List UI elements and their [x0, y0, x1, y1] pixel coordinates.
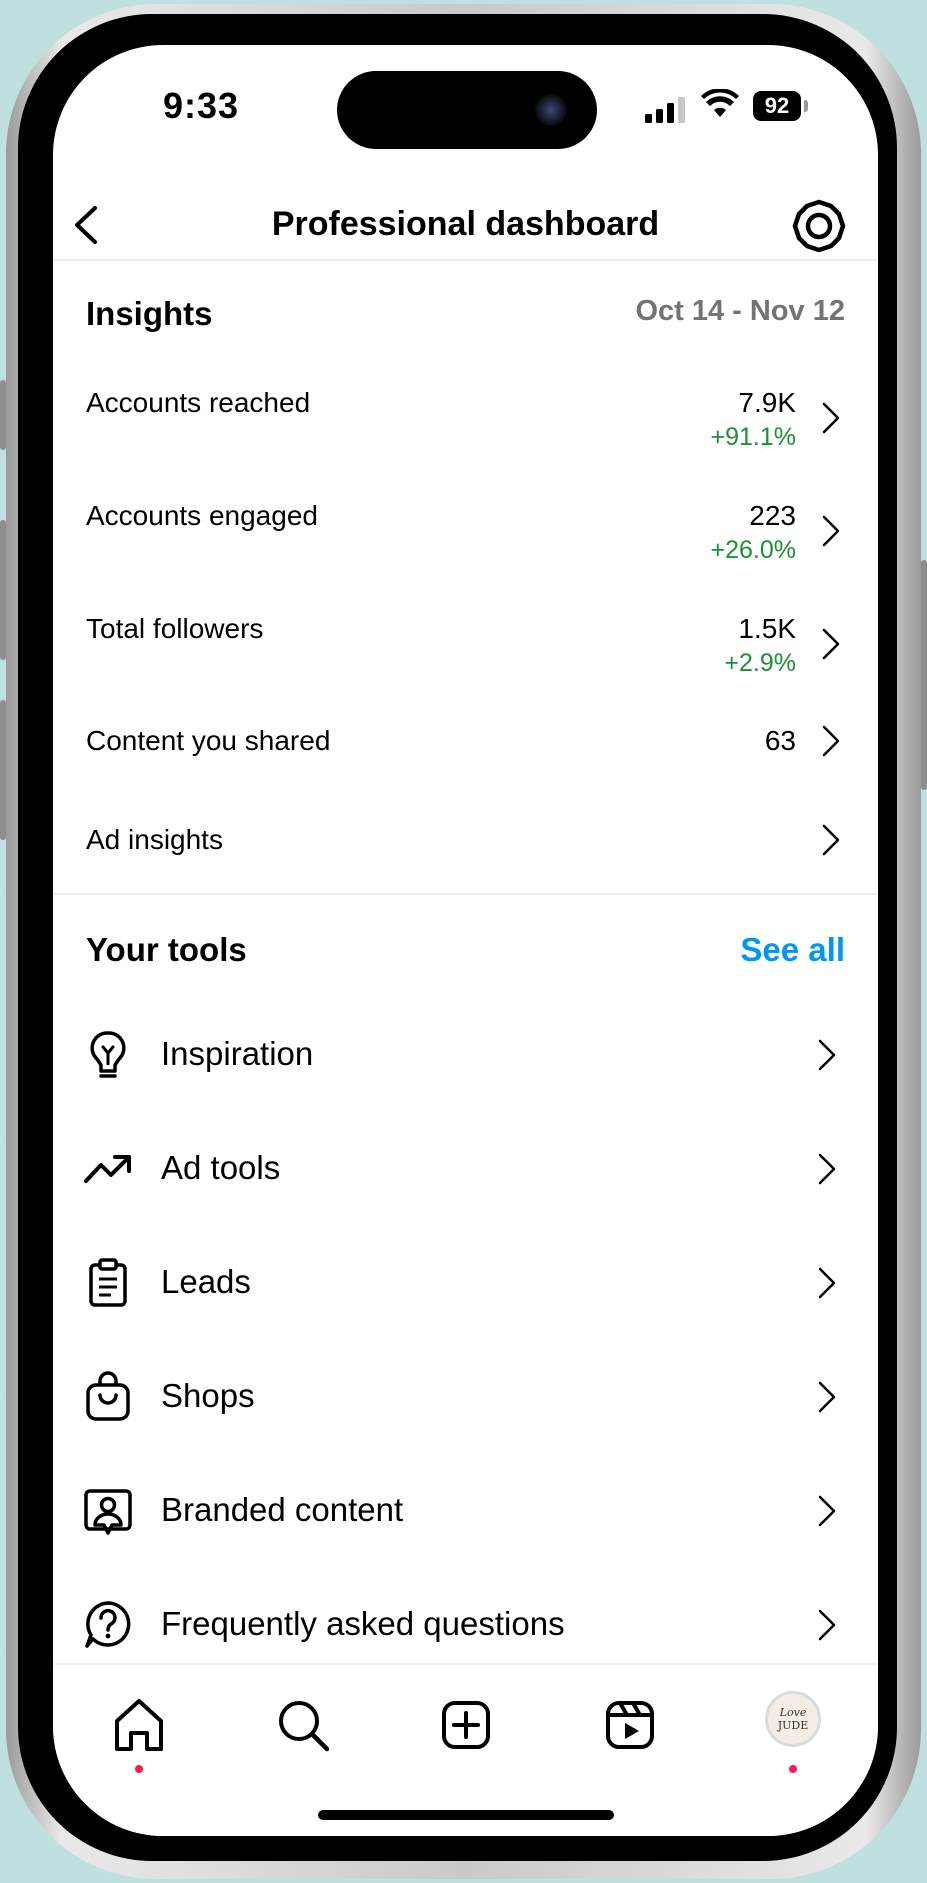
avatar-text-line2: JUDE [777, 1719, 809, 1732]
metric-change: +91.1% [710, 423, 797, 451]
notification-dot [135, 1765, 143, 1773]
home-indicator[interactable] [318, 1810, 614, 1820]
chevron-right-icon [822, 515, 840, 547]
metric-value: 1.5K [738, 613, 796, 644]
shopping-bag-icon [86, 1371, 130, 1421]
trending-up-icon [84, 1155, 131, 1183]
tool-label: Ad tools [161, 1149, 281, 1186]
tool-row-leads[interactable]: Leads [53, 1235, 878, 1335]
metric-row-content-shared[interactable]: Content you shared 63 [53, 725, 878, 815]
gear-icon[interactable] [791, 198, 847, 254]
side-button [0, 700, 6, 840]
bottom-tab-bar: Love JUDE [53, 1663, 878, 1836]
create-icon[interactable] [436, 1695, 496, 1755]
divider [53, 259, 878, 261]
tool-row-ad-tools[interactable]: Ad tools [53, 1121, 878, 1221]
metric-value: 223 [749, 500, 796, 531]
metric-row-ad-insights[interactable]: Ad insights [53, 824, 878, 914]
chevron-right-icon [818, 1267, 836, 1299]
insights-title: Insights [86, 295, 213, 332]
side-button [0, 380, 6, 450]
lightbulb-icon [90, 1031, 126, 1078]
metric-change: +2.9% [724, 649, 796, 677]
status-bar: 9:33 92 [53, 45, 878, 165]
metric-label: Accounts reached [86, 387, 311, 418]
reels-icon[interactable] [600, 1695, 660, 1755]
metric-label: Total followers [86, 613, 264, 644]
tool-row-inspiration[interactable]: Inspiration [53, 1007, 878, 1107]
tool-label: Shops [161, 1377, 255, 1414]
date-range[interactable]: Oct 14 - Nov 12 [635, 295, 845, 328]
tool-label: Branded content [161, 1491, 404, 1528]
camera-icon [535, 94, 567, 126]
tool-row-branded-content[interactable]: Branded content [53, 1463, 878, 1563]
chevron-right-icon [818, 1153, 836, 1185]
metric-label: Content you shared [86, 725, 331, 756]
tool-row-faq[interactable]: Frequently asked questions [53, 1577, 878, 1677]
chevron-right-icon [818, 1381, 836, 1413]
metric-change: +26.0% [710, 536, 797, 564]
tool-label: Inspiration [161, 1035, 314, 1072]
metric-row-total-followers[interactable]: Total followers 1.5K +2.9% [53, 613, 878, 703]
metric-row-accounts-engaged[interactable]: Accounts engaged 223 +26.0% [53, 500, 878, 590]
see-all-link[interactable]: See all [740, 931, 845, 969]
battery-icon: 92 [753, 91, 801, 121]
dynamic-island [337, 71, 597, 149]
chevron-right-icon [822, 402, 840, 434]
chevron-right-icon [822, 824, 840, 856]
status-time: 9:33 [163, 85, 240, 126]
chevron-right-icon [822, 628, 840, 660]
tool-label: Frequently asked questions [161, 1605, 565, 1642]
chevron-right-icon [818, 1495, 836, 1527]
tool-row-shops[interactable]: Shops [53, 1349, 878, 1449]
header: Professional dashboard [53, 190, 878, 260]
side-button [921, 560, 927, 790]
tool-label: Leads [161, 1263, 251, 1300]
question-icon [85, 1601, 131, 1648]
avatar-text-line1: Love [779, 1706, 807, 1719]
branded-content-icon [84, 1489, 132, 1535]
signal-icon [645, 97, 685, 123]
metric-row-accounts-reached[interactable]: Accounts reached 7.9K +91.1% [53, 387, 878, 477]
screen: 9:33 92 Professional dashboard Insights … [53, 45, 878, 1836]
tools-title: Your tools [86, 931, 247, 968]
clipboard-icon [89, 1258, 127, 1307]
divider [53, 893, 878, 895]
metric-label: Ad insights [86, 824, 223, 855]
metric-value: 63 [764, 725, 796, 756]
search-icon[interactable] [273, 1695, 333, 1755]
metric-value: 7.9K [738, 387, 796, 418]
profile-avatar[interactable]: Love JUDE [765, 1691, 821, 1747]
home-icon[interactable] [109, 1695, 169, 1755]
chevron-right-icon [822, 725, 840, 757]
wifi-icon [701, 89, 739, 117]
page-title: Professional dashboard [271, 205, 660, 243]
notification-dot [789, 1765, 797, 1773]
metric-label: Accounts engaged [86, 500, 318, 531]
side-button [0, 520, 6, 660]
battery-nub [804, 100, 808, 112]
chevron-right-icon [818, 1039, 836, 1071]
chevron-right-icon [818, 1609, 836, 1641]
